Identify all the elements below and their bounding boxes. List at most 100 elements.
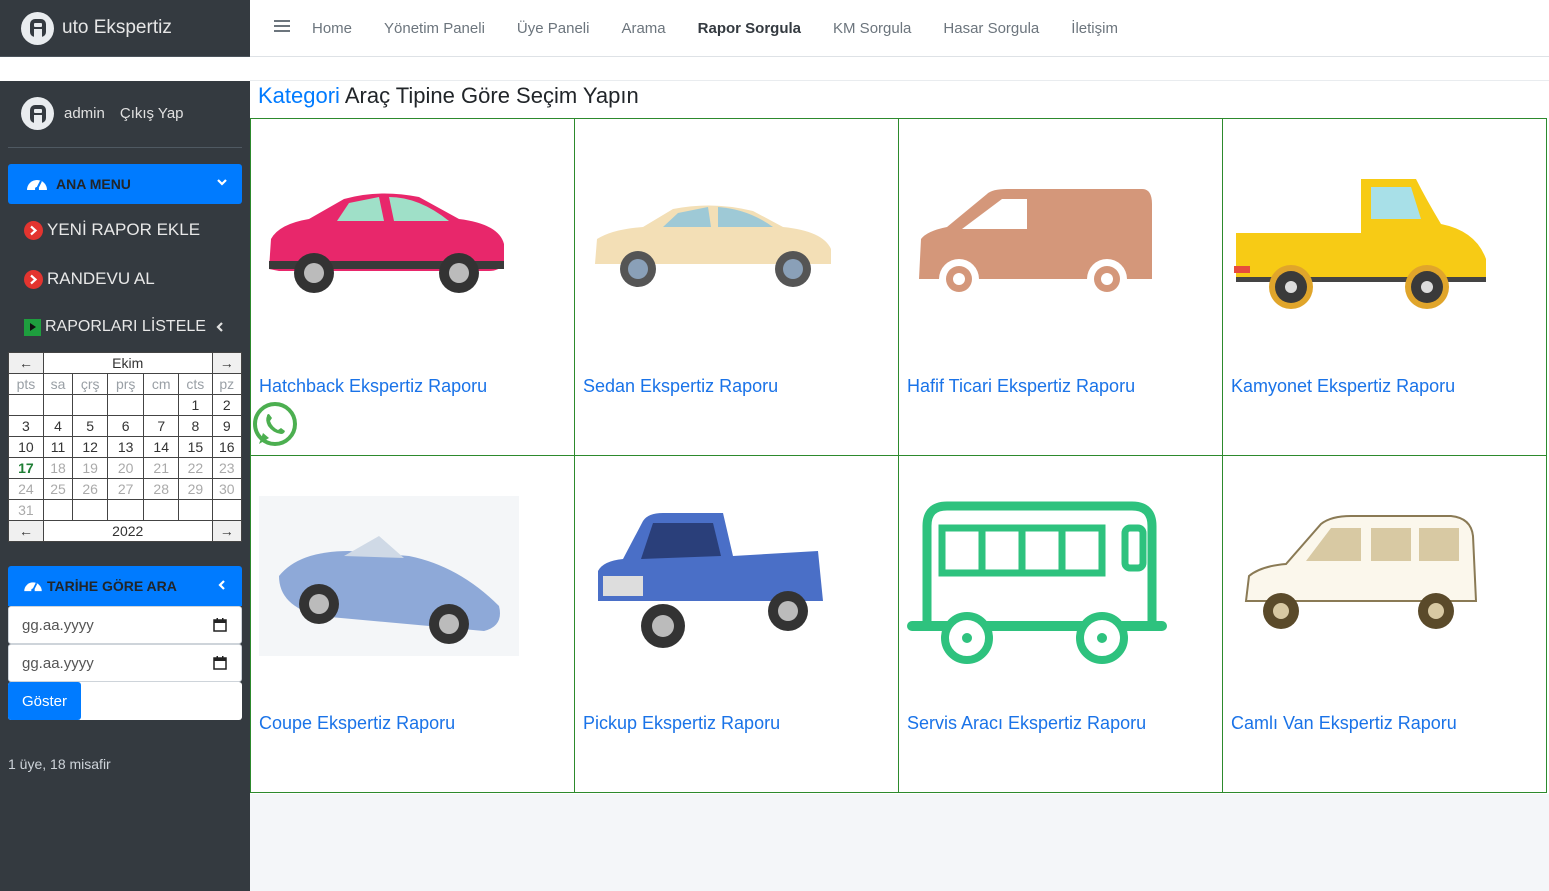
chevron-left-icon: [214, 320, 226, 338]
sidebar-spacer: [0, 57, 250, 81]
end-date-input[interactable]: gg.aa.yyyy: [8, 644, 242, 682]
pickup-truck-icon[interactable]: [1231, 169, 1491, 309]
calendar-day: [8, 394, 44, 416]
brand-text: uto Ekspertiz: [62, 17, 172, 38]
calendar-day[interactable]: 30: [211, 478, 243, 500]
calendar-day[interactable]: 15: [178, 436, 213, 458]
glass-van-icon[interactable]: [1231, 506, 1491, 646]
sidebar-item-appointment[interactable]: RANDEVU AL: [24, 269, 155, 289]
calendar-icon[interactable]: [213, 618, 227, 636]
nav-km-query[interactable]: KM Sorgula: [833, 20, 911, 37]
nav-report-query[interactable]: Rapor Sorgula: [698, 20, 801, 37]
sidebar-divider: [8, 147, 242, 148]
category-light-commercial[interactable]: Hafif Ticari Ekspertiz Raporu: [898, 118, 1223, 456]
calendar-day[interactable]: 8: [178, 415, 213, 437]
main-menu-label: ANA MENU: [56, 176, 131, 192]
show-button[interactable]: Göster: [8, 682, 81, 720]
calendar-day[interactable]: 7: [143, 415, 180, 437]
calendar-day[interactable]: 26: [72, 478, 109, 500]
sidebar-item-label: YENİ RAPOR EKLE: [47, 220, 201, 239]
category-grid: Hatchback Ekspertiz Raporu Sedan Ekspert…: [250, 118, 1548, 794]
nav-home[interactable]: Home: [312, 20, 352, 37]
calendar-day[interactable]: 11: [42, 436, 74, 458]
calendar-day[interactable]: 4: [42, 415, 74, 437]
category-coupe[interactable]: Coupe Ekspertiz Raporu: [250, 455, 575, 793]
hamburger-menu-icon[interactable]: [274, 19, 290, 38]
main-menu-button[interactable]: ANA MENU: [8, 164, 242, 204]
sidebar-item-new-report[interactable]: YENİ RAPOR EKLE: [24, 220, 200, 240]
calendar-day[interactable]: 2: [211, 394, 243, 416]
calendar-day: [211, 499, 243, 521]
category-small-truck[interactable]: Kamyonet Ekspertiz Raporu: [1222, 118, 1547, 456]
nav-contact[interactable]: İletişim: [1071, 20, 1118, 37]
end-date-placeholder: gg.aa.yyyy: [22, 654, 94, 672]
sedan-car-icon[interactable]: [583, 169, 843, 309]
logout-link[interactable]: Çıkış Yap: [120, 105, 184, 122]
calendar-weekday: çrş: [72, 373, 109, 395]
category-link[interactable]: Sedan Ekspertiz Raporu: [583, 376, 778, 397]
calendar-prev-month[interactable]: ←: [8, 352, 44, 374]
nav-member-panel[interactable]: Üye Paneli: [517, 20, 590, 37]
calendar-next-month[interactable]: →: [211, 352, 243, 374]
category-link[interactable]: Camlı Van Ekspertiz Raporu: [1231, 713, 1457, 734]
van-icon[interactable]: [907, 169, 1167, 309]
calendar-day[interactable]: 9: [211, 415, 243, 437]
calendar-day[interactable]: 22: [178, 457, 213, 479]
calendar: ← Ekim → pts sa çrş prş cm cts pz 1 2 3 4 5 6 7 8 9 10 1…: [8, 352, 243, 542]
category-link[interactable]: Servis Aracı Ekspertiz Raporu: [907, 713, 1146, 734]
calendar-day[interactable]: 23: [211, 457, 243, 479]
category-link[interactable]: Coupe Ekspertiz Raporu: [259, 713, 455, 734]
calendar-day[interactable]: 18: [42, 457, 74, 479]
start-date-input[interactable]: gg.aa.yyyy: [8, 606, 242, 644]
calendar-day[interactable]: 14: [143, 436, 180, 458]
category-link[interactable]: Pickup Ekspertiz Raporu: [583, 713, 780, 734]
date-search-actions: Göster: [8, 682, 242, 720]
calendar-day[interactable]: 25: [42, 478, 74, 500]
calendar-day[interactable]: 27: [107, 478, 145, 500]
nav-damage-query[interactable]: Hasar Sorgula: [943, 20, 1039, 37]
calendar-day[interactable]: 13: [107, 436, 145, 458]
calendar-next-year[interactable]: →: [211, 520, 243, 542]
date-search-header[interactable]: TARİHE GÖRE ARA: [8, 566, 242, 606]
bus-icon[interactable]: [907, 496, 1167, 671]
calendar-day[interactable]: 1: [178, 394, 213, 416]
play-square-icon: [24, 318, 41, 336]
calendar-day[interactable]: 29: [178, 478, 213, 500]
calendar-day[interactable]: 12: [72, 436, 109, 458]
sidebar-item-list-reports[interactable]: RAPORLARI LİSTELE: [24, 318, 223, 336]
category-link[interactable]: Kamyonet Ekspertiz Raporu: [1231, 376, 1455, 397]
nav-admin-panel[interactable]: Yönetim Paneli: [384, 20, 485, 37]
calendar-year: 2022: [42, 520, 213, 542]
calendar-day[interactable]: 5: [72, 415, 109, 437]
calendar-month: Ekim: [42, 352, 213, 374]
category-sedan[interactable]: Sedan Ekspertiz Raporu: [574, 118, 899, 456]
calendar-day: [143, 394, 180, 416]
category-link[interactable]: Hafif Ticari Ekspertiz Raporu: [907, 376, 1135, 397]
calendar-icon[interactable]: [213, 656, 227, 674]
whatsapp-icon[interactable]: [251, 400, 301, 450]
calendar-weekday: cts: [178, 373, 213, 395]
category-service-vehicle[interactable]: Servis Aracı Ekspertiz Raporu: [898, 455, 1223, 793]
hatchback-car-icon[interactable]: [259, 169, 519, 309]
nav-search[interactable]: Arama: [621, 20, 665, 37]
calendar-day[interactable]: 6: [107, 415, 145, 437]
calendar-prev-year[interactable]: ←: [8, 520, 44, 542]
calendar-day[interactable]: 24: [8, 478, 44, 500]
category-pickup[interactable]: Pickup Ekspertiz Raporu: [574, 455, 899, 793]
convertible-car-icon[interactable]: [259, 496, 519, 656]
category-glass-van[interactable]: Camlı Van Ekspertiz Raporu: [1222, 455, 1547, 793]
calendar-day[interactable]: 31: [8, 499, 44, 521]
user-name[interactable]: admin: [64, 105, 105, 122]
calendar-day[interactable]: 10: [8, 436, 44, 458]
calendar-day[interactable]: 19: [72, 457, 109, 479]
pickup-icon[interactable]: [583, 501, 843, 661]
calendar-day[interactable]: 20: [107, 457, 145, 479]
calendar-day[interactable]: 16: [211, 436, 243, 458]
calendar-day[interactable]: 21: [143, 457, 180, 479]
calendar-day: [42, 394, 74, 416]
calendar-day[interactable]: 28: [143, 478, 180, 500]
category-link[interactable]: Hatchback Ekspertiz Raporu: [259, 376, 487, 397]
calendar-day[interactable]: 17: [8, 457, 44, 479]
brand-link[interactable]: uto Ekspertiz: [0, 0, 250, 57]
calendar-day[interactable]: 3: [8, 415, 44, 437]
